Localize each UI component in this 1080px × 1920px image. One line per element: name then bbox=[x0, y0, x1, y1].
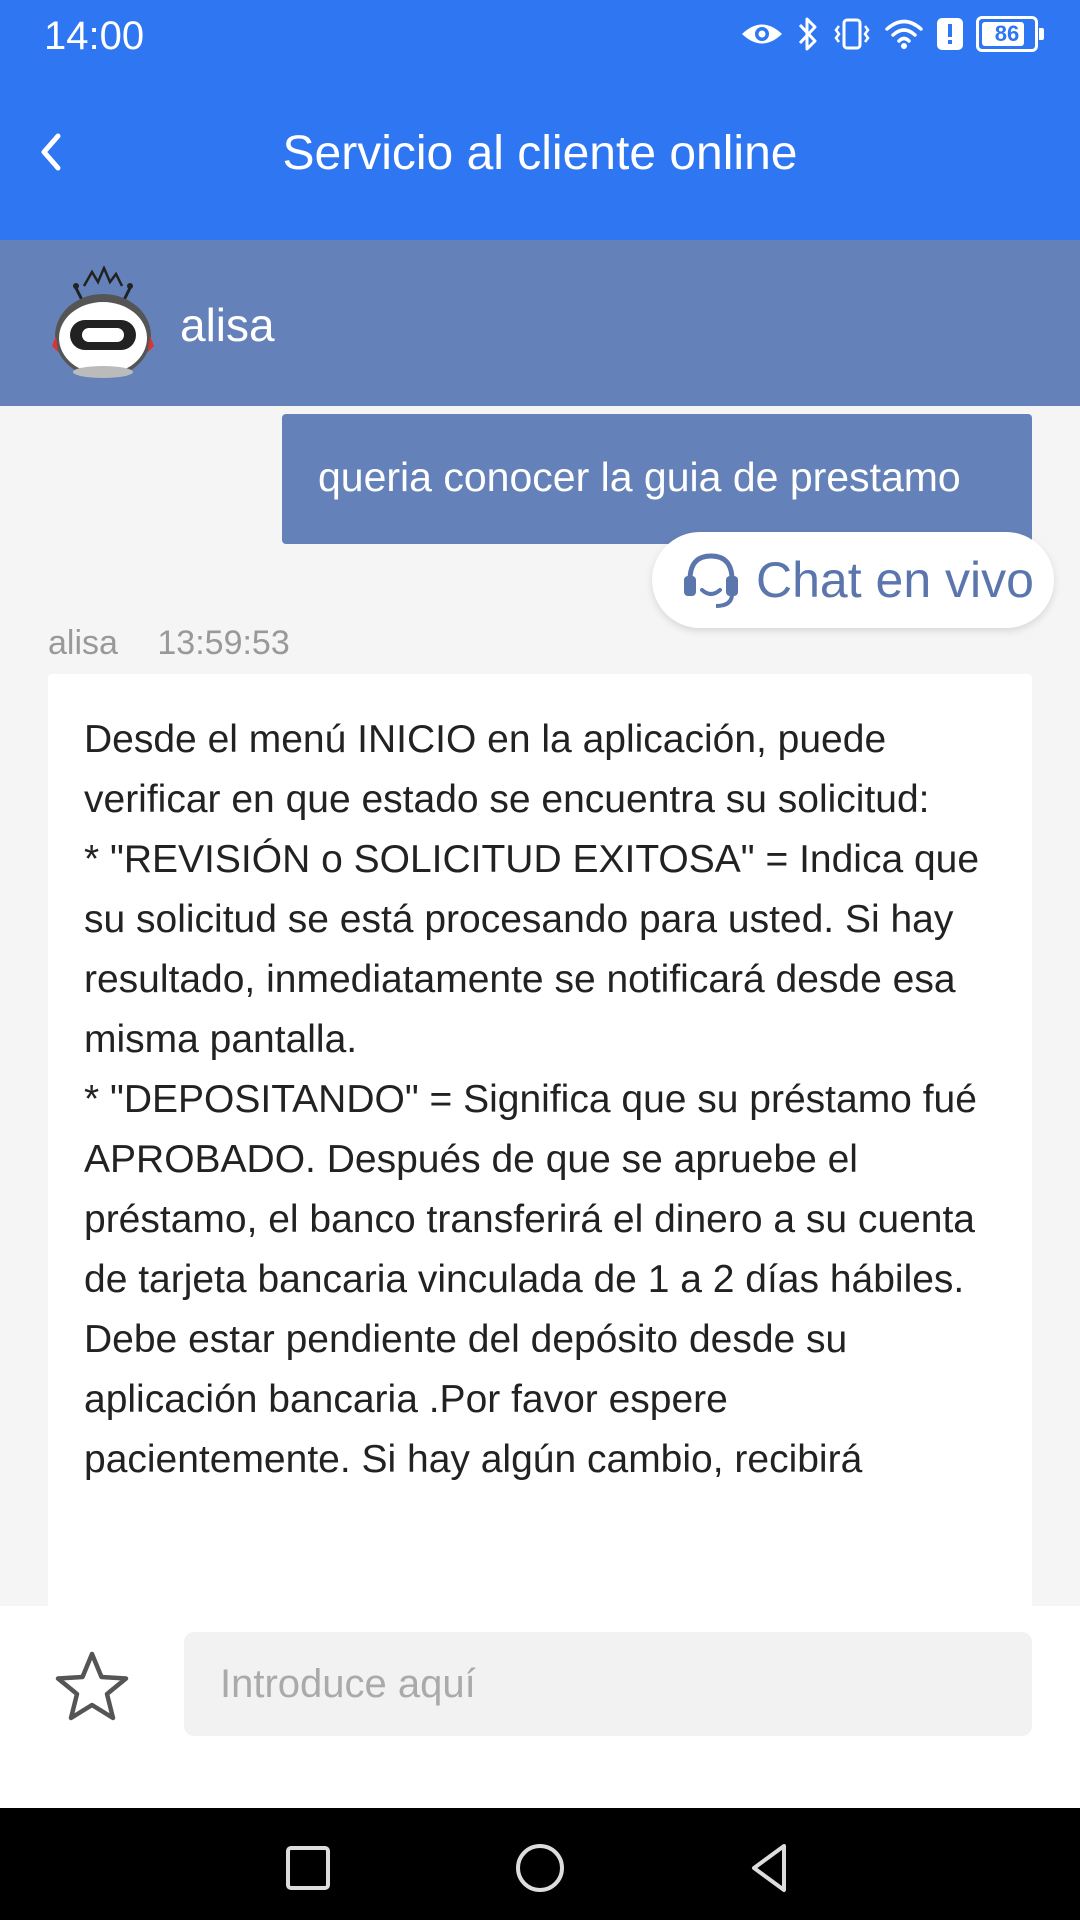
message-time: 13:59:53 bbox=[157, 624, 290, 662]
user-message-bubble: queria conocer la guia de prestamo bbox=[282, 414, 1032, 544]
eye-icon bbox=[742, 24, 782, 44]
vibrate-icon bbox=[834, 18, 870, 50]
input-bar bbox=[0, 1606, 1080, 1808]
recents-square-icon[interactable] bbox=[278, 1838, 338, 1898]
page-title: Servicio al cliente online bbox=[282, 127, 798, 180]
star-icon[interactable] bbox=[52, 1648, 132, 1726]
message-sender: alisa bbox=[48, 624, 118, 662]
chat-area[interactable]: queria conocer la guia de prestamo Chat … bbox=[0, 406, 1080, 1606]
wifi-icon bbox=[885, 19, 923, 49]
status-bar: 14:00 86 bbox=[0, 0, 1080, 76]
agent-message-bubble: Desde el menú INICIO en la aplicación, p… bbox=[48, 674, 1032, 1606]
robot-avatar-icon bbox=[52, 266, 154, 378]
battery-icon: 86 bbox=[976, 16, 1044, 52]
status-time: 14:00 bbox=[44, 14, 145, 58]
message-meta: alisa 13:59:53 bbox=[48, 624, 290, 663]
home-circle-icon[interactable] bbox=[510, 1838, 570, 1898]
agent-header: alisa bbox=[0, 240, 1080, 406]
app-bar: Servicio al cliente online bbox=[0, 76, 1080, 240]
bluetooth-icon bbox=[798, 17, 817, 51]
status-icons: 86 bbox=[740, 16, 1044, 52]
system-nav-bar bbox=[0, 1808, 1080, 1920]
agent-name: alisa bbox=[180, 299, 275, 351]
battery-label: 86 bbox=[994, 21, 1020, 46]
alert-icon bbox=[937, 18, 963, 50]
live-chat-button[interactable]: Chat en vivo bbox=[652, 532, 1054, 628]
back-triangle-icon[interactable] bbox=[740, 1838, 800, 1898]
headset-icon bbox=[684, 553, 738, 608]
live-chat-label: Chat en vivo bbox=[756, 552, 1034, 608]
message-input[interactable] bbox=[184, 1632, 1032, 1736]
